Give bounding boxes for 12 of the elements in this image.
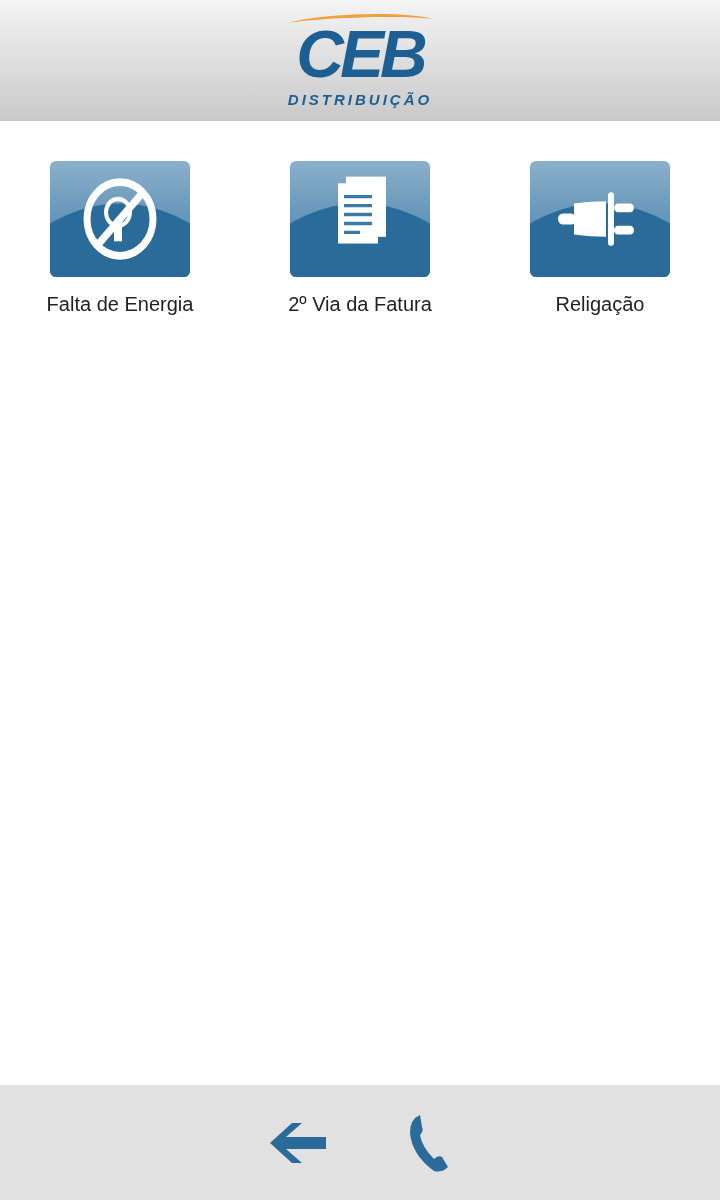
menu-tile[interactable] — [290, 161, 430, 277]
menu-label[interactable]: 2º Via da Fatura — [288, 289, 432, 319]
back-arrow-icon[interactable] — [268, 1120, 328, 1165]
menu-label[interactable]: Falta de Energia — [46, 289, 194, 319]
logo-subtitle: DISTRIBUIÇÃO — [287, 90, 433, 109]
menu-tile[interactable] — [50, 161, 190, 277]
menu-label[interactable]: Religação — [555, 289, 645, 319]
no-lightbulb-icon — [83, 178, 157, 260]
menu-tile[interactable] — [530, 161, 670, 277]
documents-icon — [338, 176, 386, 244]
logo-text: CEB — [296, 22, 424, 85]
plug-icon — [558, 192, 634, 246]
